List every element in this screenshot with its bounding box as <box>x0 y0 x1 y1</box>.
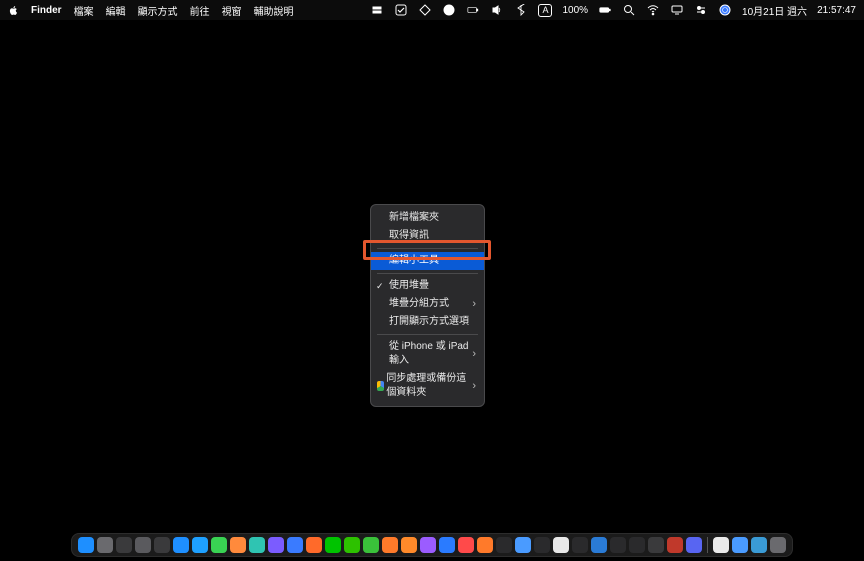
dock-app-app-dark[interactable] <box>496 537 512 553</box>
dock-app-app-blue4[interactable] <box>515 537 531 553</box>
ctx-use-stacks[interactable]: 使用堆疊 <box>371 277 484 295</box>
ctx-sync-label: 同步處理或備份這個資料夾 <box>386 372 474 400</box>
line-status-icon[interactable]: L <box>442 3 456 17</box>
menu-help[interactable]: 輔助說明 <box>254 3 294 18</box>
dock-app-app-orange5[interactable] <box>477 537 493 553</box>
battery-icon[interactable] <box>598 3 612 17</box>
ctx-separator <box>377 273 478 274</box>
dock-app-vscode[interactable] <box>591 537 607 553</box>
wifi-icon[interactable] <box>646 3 660 17</box>
bluetooth-icon[interactable] <box>514 3 528 17</box>
menubar-right: L A 100% 10月21日 週六 21:57:47 <box>370 3 856 18</box>
dock-app-app-orange3[interactable] <box>382 537 398 553</box>
dock-app-app-orange[interactable] <box>230 537 246 553</box>
status-icon-2[interactable] <box>394 3 408 17</box>
dock-app-quicktime[interactable] <box>154 537 170 553</box>
dock-app-appstore[interactable] <box>173 537 189 553</box>
dock-app-app-green3[interactable] <box>363 537 379 553</box>
dock-separator <box>707 537 708 553</box>
menu-window[interactable]: 視窗 <box>222 3 242 18</box>
dock-app-podcast[interactable] <box>420 537 436 553</box>
dock-app-line[interactable] <box>325 537 341 553</box>
desktop-context-menu: 新增檔案夾 取得資訊 編輯小工具⋯ 使用堆疊 堆疊分組方式 打開顯示方式選項 從… <box>370 204 485 407</box>
menu-edit[interactable]: 編輯 <box>106 3 126 18</box>
menu-view[interactable]: 顯示方式 <box>138 3 178 18</box>
dock-app-app-orange2[interactable] <box>306 537 322 553</box>
google-drive-icon <box>377 381 384 391</box>
dock <box>71 533 793 557</box>
menu-file[interactable]: 檔案 <box>74 3 94 18</box>
app-name[interactable]: Finder <box>31 5 62 16</box>
dock-app-app-dark5[interactable] <box>648 537 664 553</box>
dock-app-misc[interactable] <box>732 537 748 553</box>
battery-low-icon[interactable] <box>466 3 480 17</box>
ctx-sync-folder[interactable]: 同步處理或備份這個資料夾 <box>371 370 484 402</box>
apple-logo-icon[interactable] <box>8 5 19 16</box>
dock-app-app-dark4[interactable] <box>629 537 645 553</box>
ctx-show-view-options[interactable]: 打開顯示方式選項 <box>371 313 484 331</box>
dock-app-app-red[interactable] <box>458 537 474 553</box>
dock-app-activity[interactable] <box>116 537 132 553</box>
ctx-separator <box>377 248 478 249</box>
status-icon-3[interactable] <box>418 3 432 17</box>
menubar-left: Finder 檔案 編輯 顯示方式 前往 視窗 輔助說明 <box>8 3 294 18</box>
ctx-edit-widgets[interactable]: 編輯小工具⋯ <box>371 252 484 270</box>
dock-app-settings[interactable] <box>135 537 151 553</box>
dock-trash[interactable] <box>770 537 786 553</box>
ctx-separator <box>377 334 478 335</box>
search-icon[interactable] <box>622 3 636 17</box>
ctx-group-stacks[interactable]: 堆疊分組方式 <box>371 295 484 313</box>
status-icon-1[interactable] <box>370 3 384 17</box>
volume-icon[interactable] <box>490 3 504 17</box>
dock-app-safari[interactable] <box>192 537 208 553</box>
dock-app-finder[interactable] <box>78 537 94 553</box>
input-mode[interactable]: A <box>538 4 552 17</box>
ctx-import-device[interactable]: 從 iPhone 或 iPad 輸入 <box>371 338 484 370</box>
dock-app-app-blue3[interactable] <box>439 537 455 553</box>
battery-percent[interactable]: 100% <box>562 5 588 16</box>
dock-app-app-blue2[interactable] <box>287 537 303 553</box>
dock-app-terminal[interactable] <box>610 537 626 553</box>
control-center-icon[interactable] <box>694 3 708 17</box>
dock-app-app-purple[interactable] <box>268 537 284 553</box>
date[interactable]: 10月21日 週六 <box>742 3 807 18</box>
ctx-get-info[interactable]: 取得資訊 <box>371 227 484 245</box>
dock-app-filezilla[interactable] <box>667 537 683 553</box>
menubar: Finder 檔案 編輯 顯示方式 前往 視窗 輔助說明 L A 100% 10… <box>0 0 864 20</box>
dock-notes[interactable] <box>713 537 729 553</box>
dock-app-wechat[interactable] <box>344 537 360 553</box>
menu-go[interactable]: 前往 <box>190 3 210 18</box>
dock-app-launchpad[interactable] <box>97 537 113 553</box>
time[interactable]: 21:57:47 <box>817 5 856 16</box>
ctx-new-folder[interactable]: 新增檔案夾 <box>371 209 484 227</box>
siri-icon[interactable] <box>718 3 732 17</box>
dock-app-app-green[interactable] <box>211 537 227 553</box>
dock-app-app-teal[interactable] <box>249 537 265 553</box>
dock-app-app-white[interactable] <box>553 537 569 553</box>
dock-app-discord[interactable] <box>686 537 702 553</box>
dock-folder[interactable] <box>751 537 767 553</box>
display-icon[interactable] <box>670 3 684 17</box>
dock-app-app-dark3[interactable] <box>572 537 588 553</box>
dock-app-app-dark2[interactable] <box>534 537 550 553</box>
dock-app-app-orange4[interactable] <box>401 537 417 553</box>
